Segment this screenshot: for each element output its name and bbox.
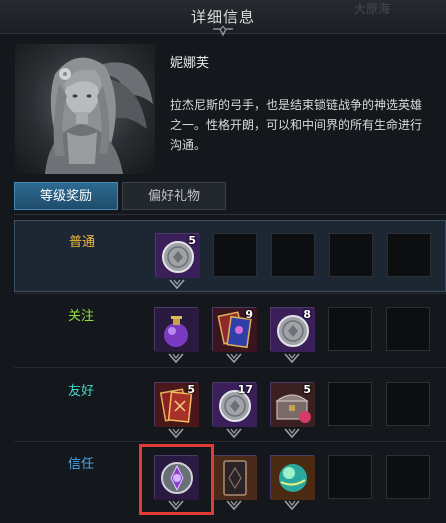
- chevron-down-icon: [168, 353, 184, 364]
- row-label-follow: 关注: [68, 309, 95, 324]
- empty-slot: [387, 233, 431, 277]
- chevron-down-icon: [284, 500, 300, 511]
- chevron-down-icon: [168, 428, 184, 439]
- emblem-icon: [155, 456, 199, 500]
- item-count: 5: [187, 383, 195, 396]
- chevron-down-icon: [284, 428, 300, 439]
- empty-slot: [328, 307, 372, 351]
- chevron-down-icon: [226, 500, 242, 511]
- character-description: 拉杰尼斯的弓手，也是结束锁链战争的神选英雄之一。性格开朗，可以和中间界的所有生命…: [170, 98, 423, 152]
- card-back-icon: [213, 456, 257, 500]
- reward-slot[interactable]: 17: [212, 382, 257, 427]
- character-portrait-icon: [45, 57, 153, 174]
- reward-slot[interactable]: 5: [270, 382, 315, 427]
- item-count: 8: [303, 308, 311, 321]
- item-count: 5: [303, 383, 311, 396]
- reward-slot[interactable]: [212, 455, 257, 500]
- reward-row-trust: 信任: [14, 443, 446, 515]
- tab-preferred-gifts[interactable]: 偏好礼物: [122, 182, 226, 210]
- reward-slot[interactable]: [154, 307, 199, 352]
- chevron-down-icon: [284, 353, 300, 364]
- empty-slot: [213, 233, 257, 277]
- orb-icon: [271, 456, 315, 500]
- item-count: 9: [245, 308, 253, 321]
- empty-slot: [386, 307, 430, 351]
- row-label-trust: 信任: [68, 457, 95, 472]
- row-divider: [14, 441, 446, 442]
- window-title: 详细信息: [190, 8, 255, 26]
- header-ornament-icon: [213, 26, 233, 37]
- window-header: 大原海 详细信息: [0, 0, 446, 37]
- empty-slot: [271, 233, 315, 277]
- character-portrait: [15, 44, 155, 174]
- reward-slot[interactable]: [154, 455, 199, 500]
- empty-slot: [386, 382, 430, 426]
- empty-slot: [329, 233, 373, 277]
- row-label-friendly: 友好: [68, 384, 95, 399]
- row-label-normal: 普通: [69, 235, 96, 250]
- reward-slot[interactable]: [270, 455, 315, 500]
- reward-row-friendly: 友好 5 17 5: [14, 370, 446, 442]
- chevron-down-icon: [226, 353, 242, 364]
- tab-level-rewards[interactable]: 等级奖励: [14, 182, 118, 210]
- item-count: 5: [188, 234, 196, 247]
- row-divider: [14, 367, 446, 368]
- chevron-down-icon: [169, 279, 185, 290]
- empty-slot: [386, 455, 430, 499]
- item-count: 17: [237, 383, 253, 396]
- reward-row-normal: 普通 5: [14, 220, 446, 292]
- reward-row-follow: 关注 9 8: [14, 295, 446, 367]
- empty-slot: [328, 455, 372, 499]
- empty-slot: [328, 382, 372, 426]
- reward-slot[interactable]: 5: [155, 233, 200, 278]
- character-detail-window: 大原海 详细信息 妮娜芙 拉杰尼斯的弓手，也是结束锁链战争的神选英雄之一。性格开…: [0, 0, 446, 523]
- row-divider: [14, 293, 446, 294]
- chevron-down-icon: [226, 428, 242, 439]
- reward-slot[interactable]: 5: [154, 382, 199, 427]
- character-name: 妮娜芙: [170, 56, 210, 71]
- tab-divider: [14, 214, 446, 215]
- reward-slot[interactable]: 9: [212, 307, 257, 352]
- potion-icon: [155, 308, 199, 352]
- chevron-down-icon: [168, 500, 184, 511]
- reward-slot[interactable]: 8: [270, 307, 315, 352]
